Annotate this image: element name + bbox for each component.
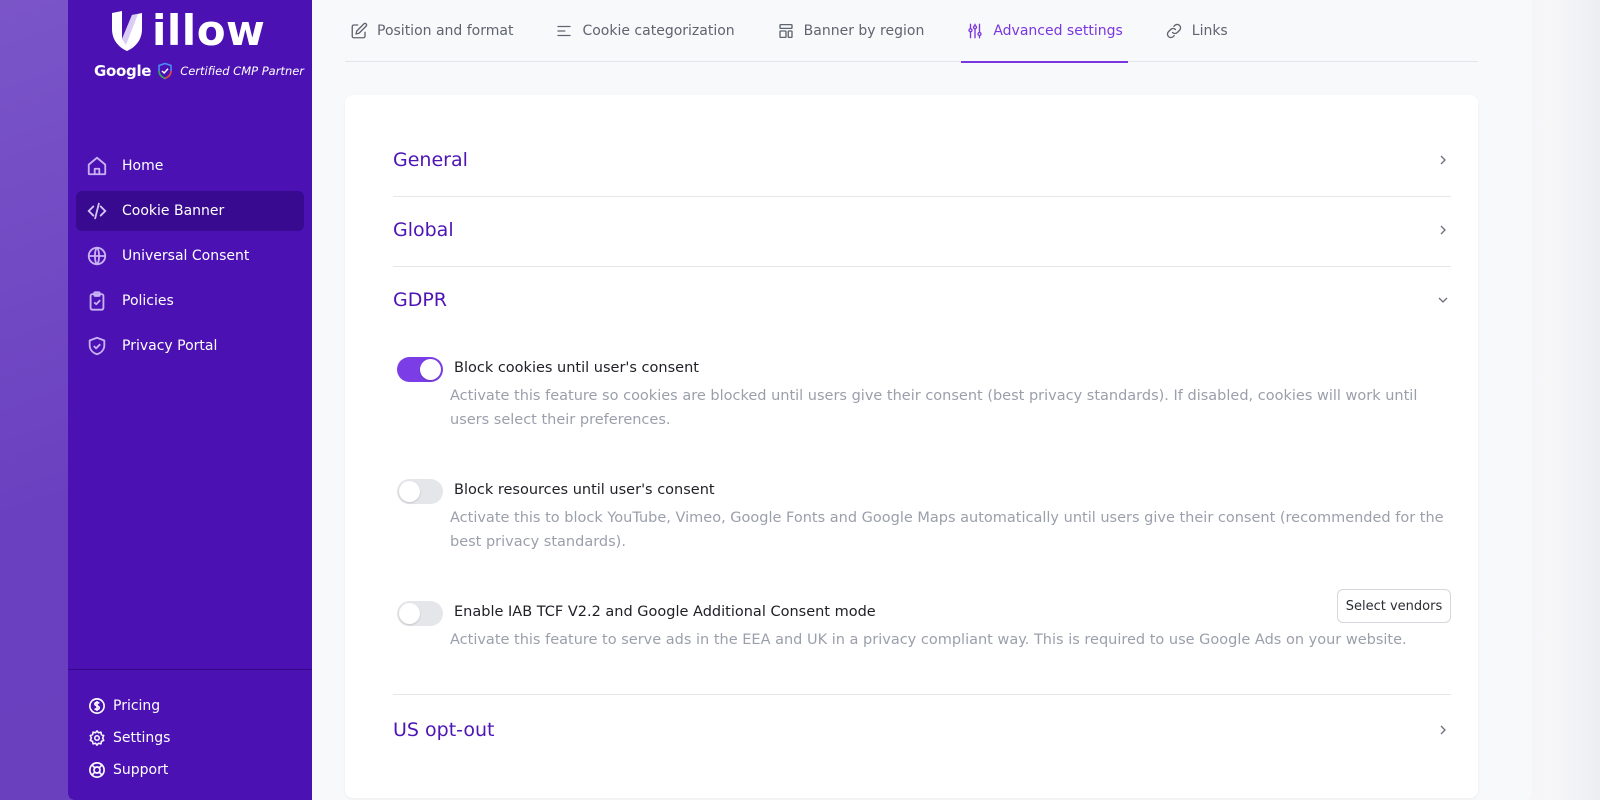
clipboard-check-icon	[89, 291, 105, 311]
section-general: General	[393, 125, 1451, 195]
tab-label: Links	[1191, 23, 1228, 39]
sidebar-item-label: Cookie Banner	[122, 203, 225, 219]
chevron-right-icon	[1440, 155, 1446, 165]
partner-text: Certified CMP Partner	[180, 64, 305, 78]
sidebar-item-label: Privacy Portal	[122, 338, 218, 354]
toggle-knob	[399, 603, 420, 624]
section-general-header[interactable]: General	[393, 125, 1451, 195]
advanced-settings-card: General Global GDPR Block cookies until …	[345, 95, 1478, 798]
shield-check-icon	[88, 336, 106, 356]
tab-label: Banner by region	[803, 23, 925, 39]
setting-title: Enable IAB TCF V2.2 and Google Additiona…	[454, 604, 876, 620]
tab-banner-by-region[interactable]: Banner by region	[772, 0, 930, 62]
setting-title: Block cookies until user's consent	[454, 360, 699, 376]
sidebar: illow Google Certified CMP Partner Home …	[68, 0, 312, 800]
sidebar-divider	[68, 669, 312, 670]
sliders-icon	[968, 23, 983, 39]
certified-shield-icon	[158, 62, 172, 80]
sidebar-item-universal-consent[interactable]: Universal Consent	[76, 236, 304, 276]
tab-position-and-format[interactable]: Position and format	[345, 0, 518, 62]
home-icon	[87, 156, 107, 176]
illow-shield-icon	[112, 11, 142, 51]
gear-icon	[89, 730, 105, 746]
sidebar-item-policies[interactable]: Policies	[76, 281, 304, 321]
edit-icon	[351, 22, 368, 39]
globe-icon	[87, 246, 107, 266]
tab-advanced-settings[interactable]: Advanced settings	[961, 0, 1129, 63]
lifebuoy-icon	[89, 762, 105, 778]
sidebar-item-support[interactable]: Support	[88, 754, 170, 786]
google-partner-badge: Google Certified CMP Partner	[94, 62, 304, 80]
brand-name: illow	[152, 6, 266, 55]
sidebar-bottom-nav: Pricing Settings Support	[88, 690, 170, 786]
sidebar-item-home[interactable]: Home	[76, 146, 304, 186]
sidebar-item-privacy-portal[interactable]: Privacy Portal	[76, 326, 304, 366]
section-title: US opt-out	[393, 719, 495, 741]
setting-description: Activate this feature so cookies are blo…	[450, 388, 1418, 428]
sidebar-item-label: Universal Consent	[122, 248, 250, 264]
setting-description: Activate this to block YouTube, Vimeo, G…	[450, 510, 1444, 550]
settings-tabs: Position and format Cookie categorizatio…	[345, 0, 1478, 63]
tab-label: Position and format	[377, 23, 514, 39]
sidebar-item-pricing[interactable]: Pricing	[88, 690, 170, 722]
sidebar-nav: Home Cookie Banner Universal Consent Pol…	[76, 146, 304, 371]
sidebar-item-label: Support	[113, 762, 169, 778]
sidebar-item-label: Policies	[122, 293, 174, 309]
select-vendors-button[interactable]: Select vendors	[1337, 589, 1451, 623]
chevron-right-icon	[1440, 225, 1446, 235]
chevron-down-icon	[1438, 297, 1448, 303]
google-wordmark: Google	[94, 62, 152, 80]
block-cookies-toggle[interactable]	[397, 357, 443, 382]
layout-icon	[778, 23, 793, 39]
tab-cookie-categorization[interactable]: Cookie categorization	[550, 0, 739, 62]
section-title: GDPR	[393, 289, 448, 311]
section-gdpr: GDPR	[393, 265, 1451, 335]
toggle-knob	[420, 359, 441, 380]
sidebar-item-cookie-banner[interactable]: Cookie Banner	[76, 191, 304, 231]
sidebar-item-label: Pricing	[113, 698, 161, 714]
section-title: General	[393, 149, 468, 171]
section-title: Global	[393, 219, 454, 241]
app-window: illow Google Certified CMP Partner Home …	[68, 0, 1532, 800]
toggle-knob	[399, 481, 420, 502]
tab-links[interactable]: Links	[1160, 0, 1233, 62]
sidebar-item-label: Home	[122, 158, 164, 174]
dollar-icon	[89, 698, 105, 714]
setting-title: Block resources until user's consent	[454, 482, 715, 498]
block-resources-toggle[interactable]	[397, 479, 443, 504]
code-icon	[87, 202, 107, 220]
section-us-opt-out-header[interactable]: US opt-out	[393, 695, 1451, 765]
align-left-icon	[557, 25, 572, 37]
sidebar-item-settings[interactable]: Settings	[88, 722, 170, 754]
section-gdpr-header[interactable]: GDPR	[393, 265, 1451, 335]
section-global-header[interactable]: Global	[393, 195, 1451, 265]
tab-label: Advanced settings	[993, 23, 1123, 39]
chevron-right-icon	[1440, 725, 1446, 735]
section-us-opt-out: US opt-out	[393, 695, 1451, 765]
tab-label: Cookie categorization	[582, 23, 735, 39]
illow-logo[interactable]: illow	[108, 8, 278, 54]
link-icon	[1166, 23, 1181, 39]
setting-description: Activate this feature to serve ads in th…	[450, 632, 1407, 648]
sidebar-item-label: Settings	[113, 730, 171, 746]
iab-tcf-toggle[interactable]	[397, 601, 443, 626]
section-global: Global	[393, 195, 1451, 265]
